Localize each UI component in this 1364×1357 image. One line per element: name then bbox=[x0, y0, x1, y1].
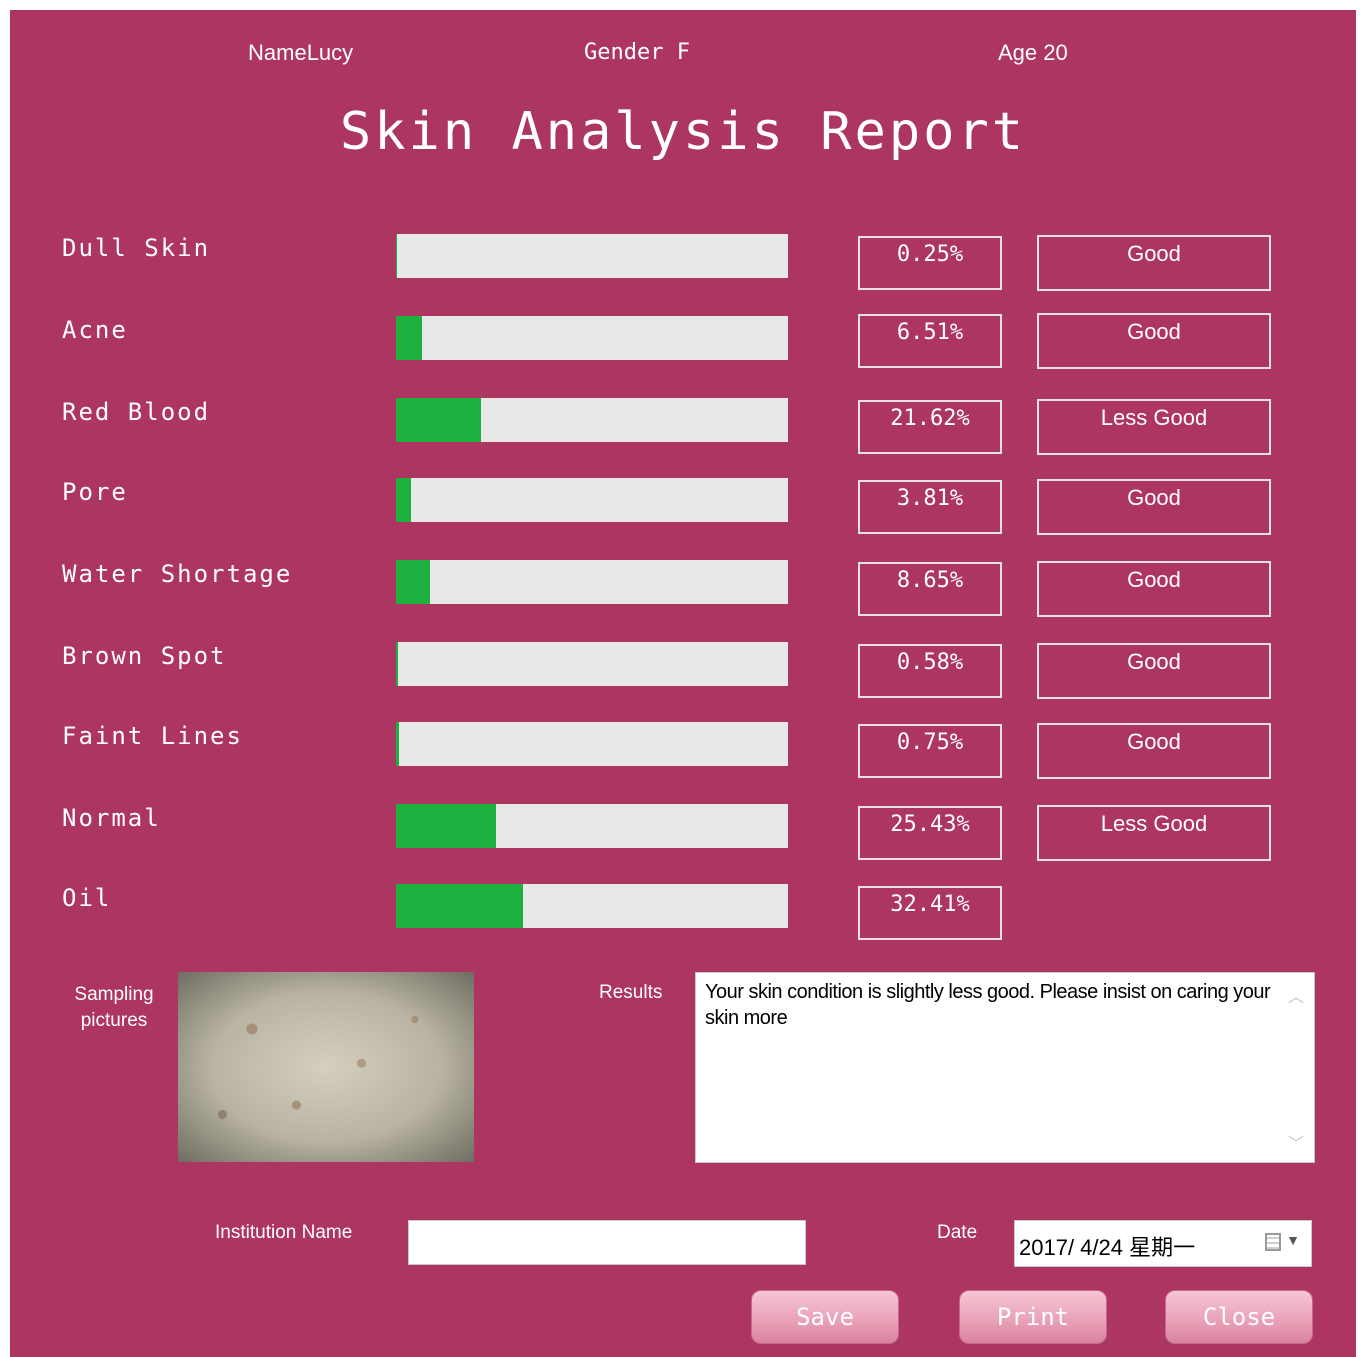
progress-bar-oil bbox=[396, 884, 788, 928]
progress-fill bbox=[396, 804, 496, 848]
scroll-down-icon[interactable]: ﹀ bbox=[1288, 1130, 1304, 1154]
progress-bar-brown-spot bbox=[396, 642, 788, 686]
metric-label-faint-lines: Faint Lines bbox=[62, 722, 243, 750]
progress-bar-normal bbox=[396, 804, 788, 848]
progress-bar-dull-skin bbox=[396, 234, 788, 278]
date-picker[interactable]: 2017/ 4/24 星期一 ▼ bbox=[1014, 1220, 1312, 1267]
scroll-up-icon[interactable]: ︿ bbox=[1288, 983, 1304, 1007]
metric-label-red-blood: Red Blood bbox=[62, 398, 211, 426]
date-value: 2017/ 4/24 星期一 bbox=[1019, 1235, 1196, 1260]
progress-bar-water-shortage bbox=[396, 560, 788, 604]
institution-label: Institution Name bbox=[215, 1222, 353, 1243]
rating-box-normal: Less Good bbox=[1037, 805, 1271, 861]
percent-box-pore: 3.81% bbox=[858, 480, 1002, 534]
name-field: NameLucy bbox=[248, 40, 353, 66]
date-label: Date bbox=[937, 1222, 978, 1243]
percent-box-faint-lines: 0.75% bbox=[858, 724, 1002, 778]
report-panel: NameLucy Gender F Age 20 Skin Analysis R… bbox=[10, 10, 1356, 1357]
rating-box-dull-skin: Good bbox=[1037, 235, 1271, 291]
progress-bar-faint-lines bbox=[396, 722, 788, 766]
age-label: Age bbox=[998, 40, 1038, 65]
metric-label-dull-skin: Dull Skin bbox=[62, 234, 211, 262]
metric-label-brown-spot: Brown Spot bbox=[62, 642, 227, 670]
results-label: Results bbox=[599, 982, 663, 1003]
rating-box-pore: Good bbox=[1037, 479, 1271, 535]
page-title: Skin Analysis Report bbox=[339, 102, 1027, 162]
results-textarea[interactable]: Your skin condition is slightly less goo… bbox=[695, 972, 1315, 1163]
metric-label-normal: Normal bbox=[62, 804, 161, 832]
rating-box-water-shortage: Good bbox=[1037, 561, 1271, 617]
results-text: Your skin condition is slightly less goo… bbox=[705, 981, 1271, 1029]
gender-field: Gender F bbox=[584, 40, 690, 65]
name-label: Name bbox=[248, 40, 307, 65]
rating-box-red-blood: Less Good bbox=[1037, 399, 1271, 455]
chevron-down-icon[interactable]: ▼ bbox=[1286, 1232, 1300, 1248]
close-button[interactable]: Close bbox=[1165, 1290, 1313, 1344]
progress-fill bbox=[396, 398, 481, 442]
metric-label-oil: Oil bbox=[62, 884, 112, 912]
percent-box-water-shortage: 8.65% bbox=[858, 562, 1002, 616]
rating-box-acne: Good bbox=[1037, 313, 1271, 369]
progress-bar-red-blood bbox=[396, 398, 788, 442]
percent-box-red-blood: 21.62% bbox=[858, 400, 1002, 454]
calendar-icon[interactable] bbox=[1265, 1233, 1281, 1251]
print-button[interactable]: Print bbox=[959, 1290, 1107, 1344]
metric-label-acne: Acne bbox=[62, 316, 128, 344]
percent-box-normal: 25.43% bbox=[858, 806, 1002, 860]
rating-box-faint-lines: Good bbox=[1037, 723, 1271, 779]
percent-box-oil: 32.41% bbox=[858, 886, 1002, 940]
progress-bar-pore bbox=[396, 478, 788, 522]
percent-box-acne: 6.51% bbox=[858, 314, 1002, 368]
gender-label: Gender bbox=[584, 40, 664, 65]
progress-fill bbox=[396, 884, 524, 928]
metric-label-water-shortage: Water Shortage bbox=[62, 560, 293, 588]
sampling-label: Sampling pictures bbox=[66, 982, 162, 1034]
progress-fill bbox=[396, 642, 399, 686]
progress-fill bbox=[396, 560, 430, 604]
progress-fill bbox=[396, 234, 397, 278]
rating-box-brown-spot: Good bbox=[1037, 643, 1271, 699]
progress-fill bbox=[396, 722, 399, 766]
progress-fill bbox=[396, 316, 422, 360]
percent-box-brown-spot: 0.58% bbox=[858, 644, 1002, 698]
sampling-label-line2: pictures bbox=[80, 1010, 148, 1031]
institution-name-input[interactable] bbox=[408, 1220, 806, 1265]
percent-box-dull-skin: 0.25% bbox=[858, 236, 1002, 290]
age-value: 20 bbox=[1043, 40, 1068, 65]
progress-bar-acne bbox=[396, 316, 788, 360]
progress-fill bbox=[396, 478, 411, 522]
age-field: Age 20 bbox=[998, 40, 1068, 66]
gender-value: F bbox=[676, 40, 690, 65]
sampling-label-line1: Sampling bbox=[74, 984, 154, 1005]
name-value: Lucy bbox=[306, 40, 354, 65]
metric-label-pore: Pore bbox=[62, 478, 128, 506]
sampling-picture[interactable] bbox=[178, 972, 474, 1162]
save-button[interactable]: Save bbox=[751, 1290, 899, 1344]
